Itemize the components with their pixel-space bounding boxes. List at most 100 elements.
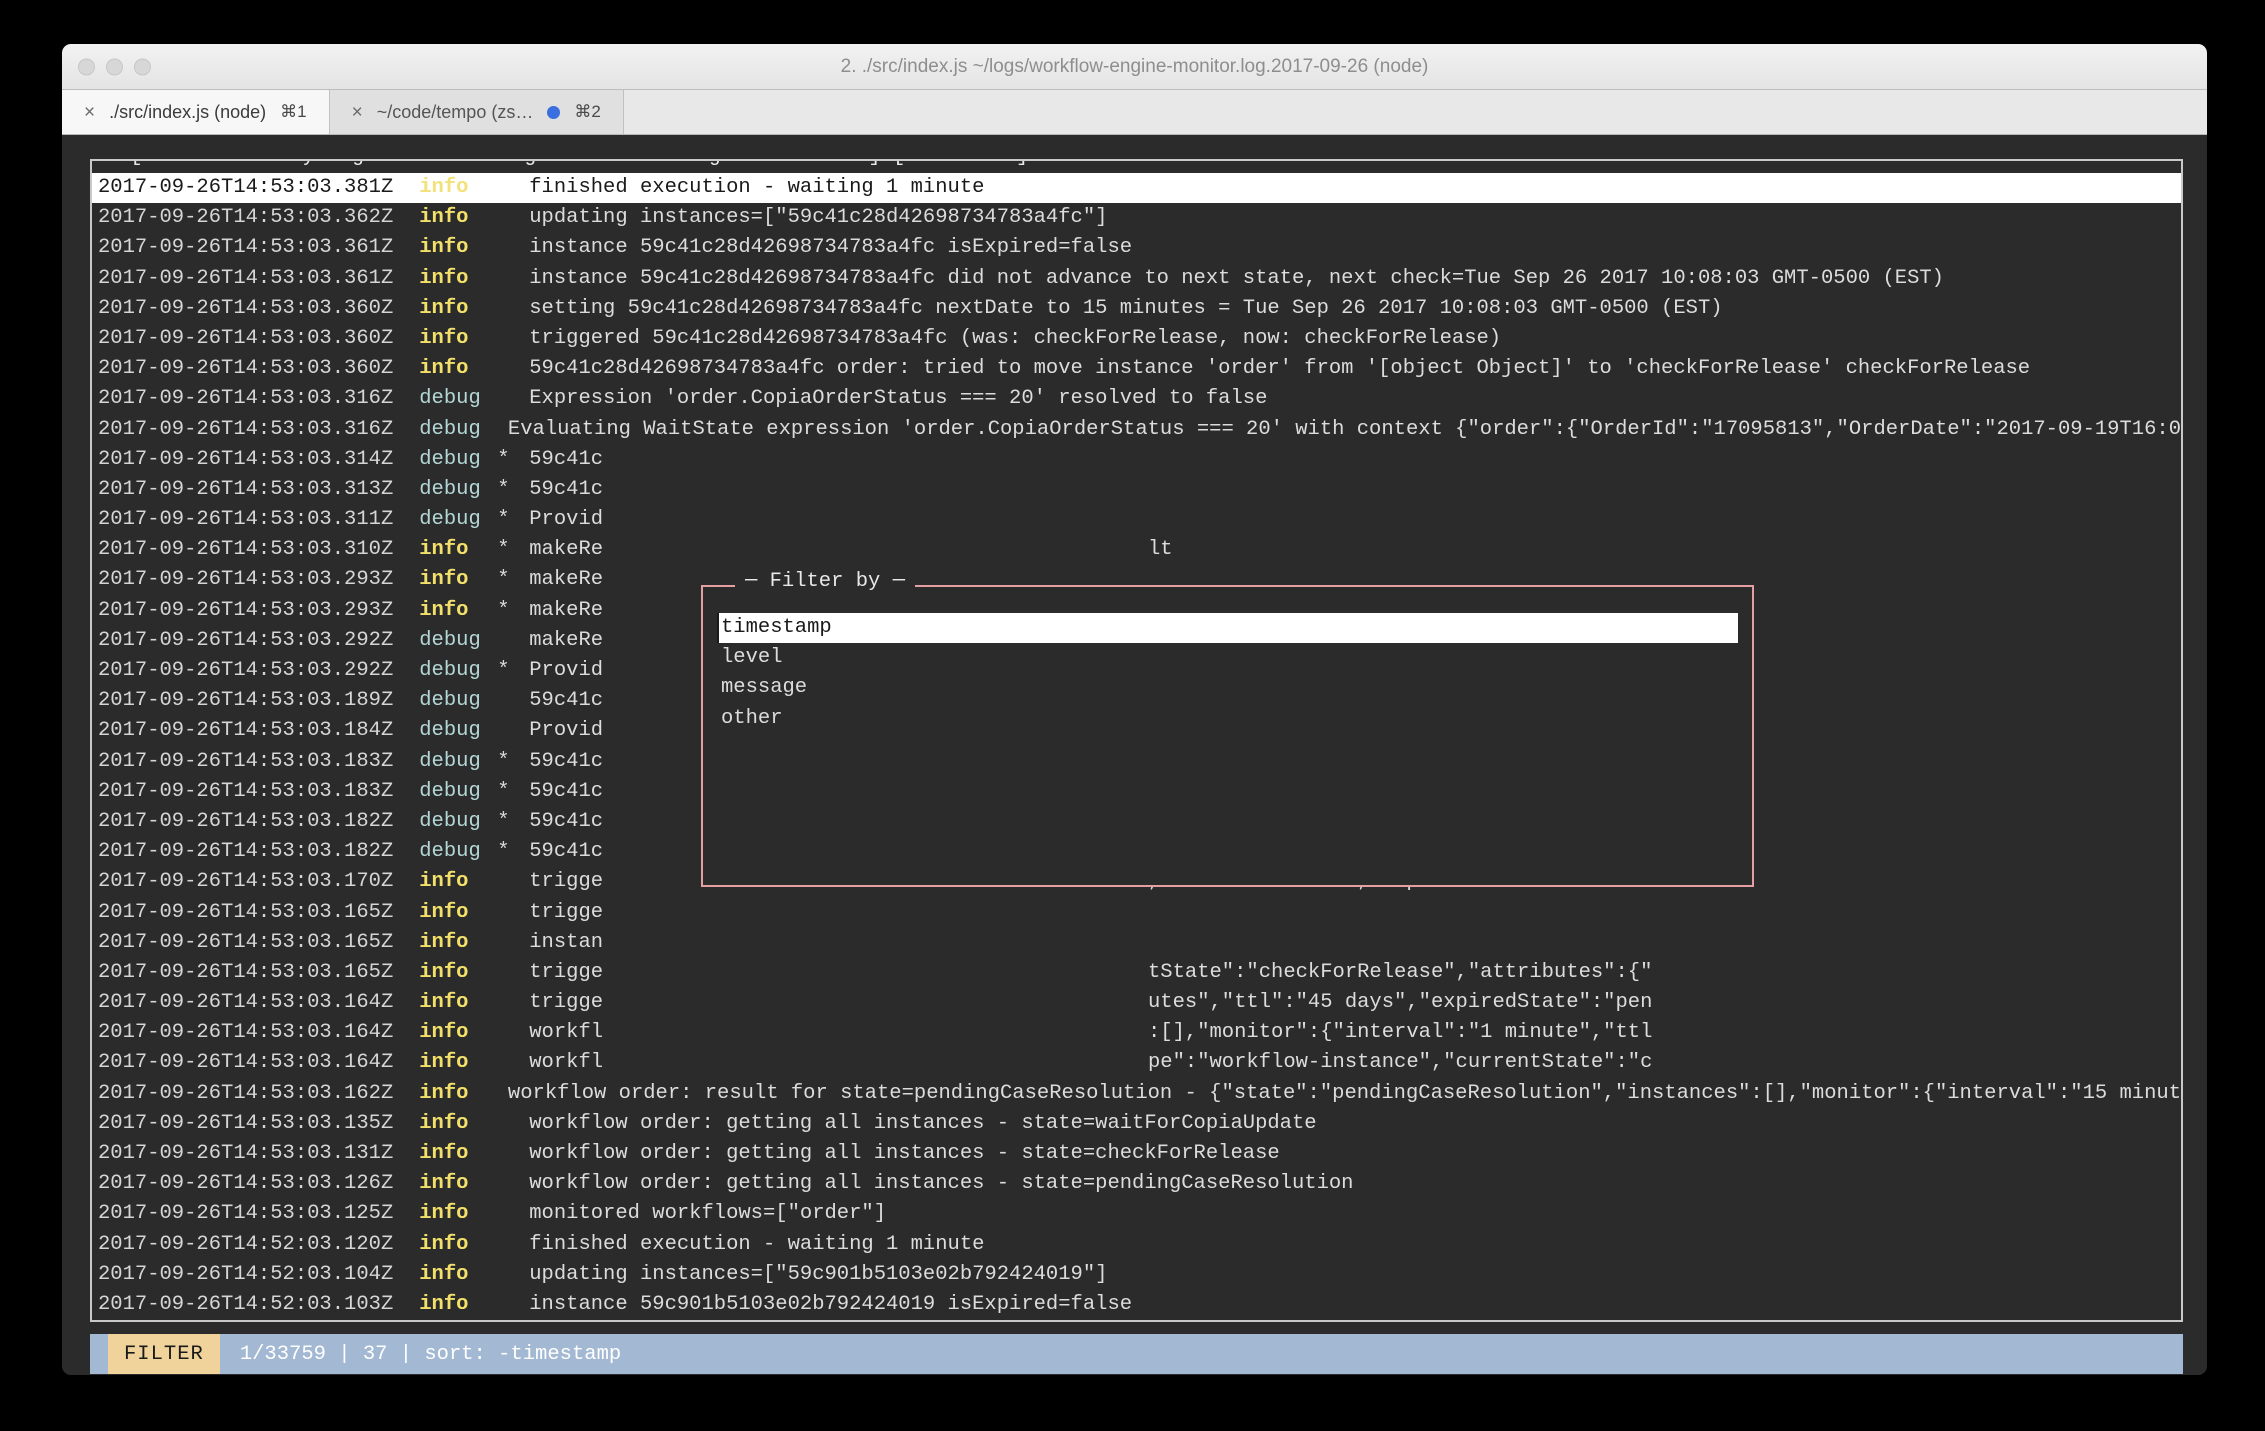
filter-options-list[interactable]: timestamplevelmessageother bbox=[703, 587, 1752, 734]
log-row[interactable]: 2017-09-26T14:53:03.360Zinfo setting 59c… bbox=[92, 294, 2181, 324]
log-message: Evaluating WaitState expression 'order.C… bbox=[508, 415, 2181, 445]
log-row[interactable]: 2017-09-26T14:53:03.361Zinfo instance 59… bbox=[92, 264, 2181, 294]
log-timestamp: 2017-09-26T14:53:03.360Z bbox=[98, 324, 393, 354]
log-row[interactable]: 2017-09-26T14:53:03.165Zinfo trigge bbox=[92, 898, 2181, 928]
log-row[interactable]: 2017-09-26T14:53:03.164Zinfo workfl:[],"… bbox=[92, 1018, 2181, 1048]
tab-index-js[interactable]: × ./src/index.js (node) ⌘1 bbox=[62, 90, 330, 134]
log-message: trigge bbox=[529, 898, 603, 928]
log-message: 59c41c bbox=[529, 686, 603, 716]
tab-code-tempo[interactable]: × ~/code/tempo (zs… ⌘2 bbox=[330, 90, 624, 134]
log-timestamp: 2017-09-26T14:52:03.104Z bbox=[98, 1260, 393, 1290]
log-level: debug bbox=[393, 384, 489, 414]
filter-option-level[interactable]: level bbox=[717, 643, 1738, 673]
log-message: workflow order: getting all instances - … bbox=[529, 1139, 1279, 1169]
log-row[interactable]: 2017-09-26T14:53:03.310Zinfo*makeRelt bbox=[92, 535, 2181, 565]
log-row[interactable]: 2017-09-26T14:53:03.361Zinfo instance 59… bbox=[92, 233, 2181, 263]
log-message: instance 59c41c28d42698734783a4fc isExpi… bbox=[529, 233, 1132, 263]
log-timestamp: 2017-09-26T14:53:03.316Z bbox=[98, 384, 393, 414]
log-row[interactable]: 2017-09-26T14:53:03.135Zinfo workflow or… bbox=[92, 1109, 2181, 1139]
log-marker-icon bbox=[489, 264, 529, 294]
close-icon[interactable]: × bbox=[84, 103, 95, 122]
log-timestamp: 2017-09-26T14:53:03.135Z bbox=[98, 1109, 393, 1139]
log-marker-icon bbox=[489, 928, 529, 958]
filter-option-timestamp[interactable]: timestamp bbox=[717, 613, 1738, 643]
activity-dot-icon bbox=[547, 106, 560, 119]
log-row[interactable]: 2017-09-26T14:52:03.103Zinfo instance 59… bbox=[92, 1290, 2181, 1320]
log-row[interactable]: 2017-09-26T14:53:03.362Zinfo updating in… bbox=[92, 203, 2181, 233]
window-titlebar: 2. ./src/index.js ~/logs/workflow-engine… bbox=[62, 44, 2207, 90]
log-level: debug bbox=[393, 837, 489, 867]
log-marker-icon: * bbox=[489, 505, 529, 535]
log-message: workflow order: getting all instances - … bbox=[529, 1109, 1316, 1139]
log-marker-icon bbox=[489, 1290, 529, 1320]
log-marker-icon: * bbox=[489, 565, 529, 595]
log-level: debug bbox=[393, 505, 489, 535]
log-row[interactable]: 2017-09-26T14:52:03.120Zinfo finished ex… bbox=[92, 1230, 2181, 1260]
log-message: trigge bbox=[529, 988, 603, 1018]
log-row[interactable]: 2017-09-26T14:53:03.165Zinfo instan bbox=[92, 928, 2181, 958]
log-timestamp: 2017-09-26T14:53:03.184Z bbox=[98, 716, 393, 746]
log-marker-icon bbox=[489, 686, 529, 716]
log-marker-icon bbox=[489, 716, 529, 746]
filter-dialog-legend: ─ Filter by ─ bbox=[735, 570, 915, 593]
minimize-window-button[interactable] bbox=[106, 58, 123, 75]
log-row[interactable]: 2017-09-26T14:53:03.316Zdebug Expression… bbox=[92, 384, 2181, 414]
log-timestamp: 2017-09-26T14:53:03.361Z bbox=[98, 264, 393, 294]
log-level: info bbox=[393, 1169, 489, 1199]
terminal-body: ─[ /Users/fcoury/logs/workflow-engine-mo… bbox=[62, 135, 2207, 1375]
log-level: debug bbox=[393, 716, 489, 746]
log-timestamp: 2017-09-26T14:53:03.164Z bbox=[98, 1048, 393, 1078]
log-row[interactable]: 2017-09-26T14:53:03.360Zinfo triggered 5… bbox=[92, 324, 2181, 354]
log-timestamp: 2017-09-26T14:53:03.360Z bbox=[98, 354, 393, 384]
log-row[interactable]: 2017-09-26T14:53:03.165Zinfo triggetStat… bbox=[92, 958, 2181, 988]
log-message: 59c41c bbox=[529, 837, 603, 867]
status-text: 1/33759 | 37 | sort: -timestamp bbox=[220, 1334, 621, 1374]
filter-option-other[interactable]: other bbox=[717, 704, 1738, 734]
log-timestamp: 2017-09-26T14:53:03.311Z bbox=[98, 505, 393, 535]
log-message: makeRe bbox=[529, 596, 603, 626]
log-marker-icon bbox=[489, 867, 529, 897]
log-row[interactable]: 2017-09-26T14:53:03.131Zinfo workflow or… bbox=[92, 1139, 2181, 1169]
filter-by-dialog: ─ Filter by ─ timestamplevelmessageother bbox=[701, 585, 1754, 887]
log-viewer-panel: ─[ /Users/fcoury/logs/workflow-engine-mo… bbox=[90, 159, 2183, 1322]
log-row[interactable]: 2017-09-26T14:53:03.360Zinfo 59c41c28d42… bbox=[92, 354, 2181, 384]
close-icon[interactable]: × bbox=[352, 103, 363, 122]
maximize-window-button[interactable] bbox=[134, 58, 151, 75]
log-row[interactable]: 2017-09-26T14:53:03.164Zinfo triggeutes"… bbox=[92, 988, 2181, 1018]
log-timestamp: 2017-09-26T14:53:03.182Z bbox=[98, 837, 393, 867]
log-message: setting 59c41c28d42698734783a4fc nextDat… bbox=[529, 294, 1722, 324]
log-row[interactable]: 2017-09-26T14:53:03.313Zdebug*59c41c bbox=[92, 475, 2181, 505]
log-row[interactable]: 2017-09-26T14:53:03.314Zdebug*59c41c bbox=[92, 445, 2181, 475]
log-level: debug bbox=[393, 747, 489, 777]
log-marker-icon bbox=[489, 626, 529, 656]
log-row[interactable]: 2017-09-26T14:53:03.126Zinfo workflow or… bbox=[92, 1169, 2181, 1199]
log-row[interactable]: 2017-09-26T14:53:03.162Zinfo workflow or… bbox=[92, 1079, 2181, 1109]
log-timestamp: 2017-09-26T14:53:03.182Z bbox=[98, 807, 393, 837]
terminal-window: 2. ./src/index.js ~/logs/workflow-engine… bbox=[62, 44, 2207, 1375]
log-level: info bbox=[393, 173, 489, 203]
close-window-button[interactable] bbox=[78, 58, 95, 75]
log-timestamp: 2017-09-26T14:53:03.292Z bbox=[98, 656, 393, 686]
log-timestamp: 2017-09-26T14:53:03.131Z bbox=[98, 1139, 393, 1169]
log-row[interactable]: 2017-09-26T14:53:03.316Zdebug Evaluating… bbox=[92, 415, 2181, 445]
filter-option-message[interactable]: message bbox=[717, 673, 1738, 703]
log-level: info bbox=[393, 1230, 489, 1260]
log-marker-icon bbox=[489, 173, 529, 203]
log-level: debug bbox=[393, 686, 489, 716]
log-level: info bbox=[393, 535, 489, 565]
log-row[interactable]: 2017-09-26T14:53:03.381Zinfo finished ex… bbox=[92, 173, 2181, 203]
log-marker-icon bbox=[489, 988, 529, 1018]
log-level: debug bbox=[393, 656, 489, 686]
log-marker-icon: * bbox=[489, 596, 529, 626]
log-message: workfl bbox=[529, 1018, 603, 1048]
log-timestamp: 2017-09-26T14:53:03.362Z bbox=[98, 203, 393, 233]
log-level: info bbox=[393, 928, 489, 958]
status-badge: FILTER bbox=[108, 1334, 220, 1374]
log-level: info bbox=[393, 1139, 489, 1169]
log-row[interactable]: 2017-09-26T14:53:03.311Zdebug*Provid bbox=[92, 505, 2181, 535]
log-row[interactable]: 2017-09-26T14:53:03.125Zinfo monitored w… bbox=[92, 1199, 2181, 1229]
log-row[interactable]: 2017-09-26T14:52:03.104Zinfo updating in… bbox=[92, 1260, 2181, 1290]
log-row[interactable]: 2017-09-26T14:53:03.164Zinfo workflpe":"… bbox=[92, 1048, 2181, 1078]
log-level: info bbox=[393, 1079, 474, 1109]
log-timestamp: 2017-09-26T14:53:03.314Z bbox=[98, 445, 393, 475]
